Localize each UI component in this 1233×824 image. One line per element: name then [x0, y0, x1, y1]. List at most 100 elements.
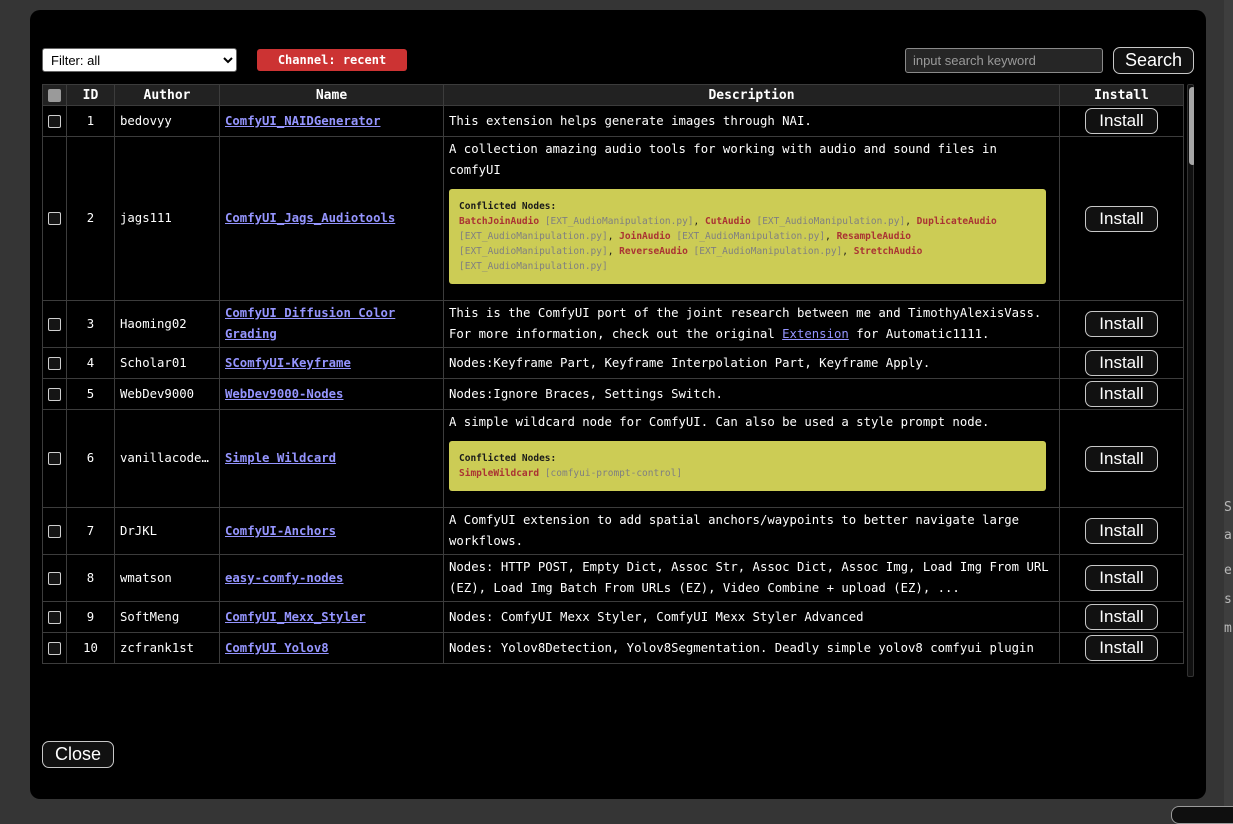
clipped-letter: s	[1224, 593, 1232, 606]
row-name-cell: ComfyUI_Jags_Audiotools	[220, 137, 444, 301]
row-description: Nodes: ComfyUI Mexx Styler, ComfyUI Mexx…	[449, 607, 1054, 628]
table-row: 2jags111ComfyUI_Jags_AudiotoolsA collect…	[43, 137, 1184, 301]
row-select-cell	[43, 106, 67, 137]
row-select-cell	[43, 555, 67, 602]
row-description-cell: A simple wildcard node for ComfyUI. Can …	[444, 410, 1060, 508]
row-author: jags111	[115, 137, 220, 301]
row-checkbox[interactable]	[48, 357, 61, 370]
row-checkbox[interactable]	[48, 525, 61, 538]
table-row: 10zcfrank1stComfyUI Yolov8Nodes: Yolov8D…	[43, 633, 1184, 664]
row-author: WebDev9000	[115, 379, 220, 410]
row-checkbox[interactable]	[48, 318, 61, 331]
row-description-cell: Nodes:Keyframe Part, Keyframe Interpolat…	[444, 348, 1060, 379]
table-row: 7DrJKLComfyUI-AnchorsA ComfyUI extension…	[43, 508, 1184, 555]
table-row: 4Scholar01SComfyUI-KeyframeNodes:Keyfram…	[43, 348, 1184, 379]
clipped-background-button	[1171, 806, 1233, 824]
node-name-link[interactable]: WebDev9000-Nodes	[225, 387, 343, 401]
row-author: wmatson	[115, 555, 220, 602]
row-description-cell: A ComfyUI extension to add spatial ancho…	[444, 508, 1060, 555]
conflicted-nodes-box: Conflicted Nodes:BatchJoinAudio [EXT_Aud…	[449, 189, 1046, 284]
row-checkbox[interactable]	[48, 642, 61, 655]
row-checkbox[interactable]	[48, 572, 61, 585]
row-id: 4	[67, 348, 115, 379]
conflicted-node-name: ResampleAudio	[837, 231, 911, 242]
column-header: Name	[220, 85, 444, 106]
node-name-link[interactable]: ComfyUI_Mexx_Styler	[225, 610, 366, 624]
row-checkbox[interactable]	[48, 115, 61, 128]
node-name-link[interactable]: SComfyUI-Keyframe	[225, 356, 351, 370]
install-button[interactable]: Install	[1085, 518, 1157, 544]
node-name-link[interactable]: ComfyUI Yolov8	[225, 641, 329, 655]
install-button[interactable]: Install	[1085, 635, 1157, 661]
channel-badge: Channel: recent	[257, 49, 407, 71]
row-checkbox[interactable]	[48, 212, 61, 225]
node-name-link[interactable]: easy-comfy-nodes	[225, 571, 343, 585]
install-button[interactable]: Install	[1085, 311, 1157, 337]
row-name-cell: Simple Wildcard	[220, 410, 444, 508]
table-header-row: IDAuthorNameDescriptionInstall	[43, 85, 1184, 106]
row-description-cell: Nodes: HTTP POST, Empty Dict, Assoc Str,…	[444, 555, 1060, 602]
row-author: SoftMeng	[115, 602, 220, 633]
table-scrollbar[interactable]	[1187, 84, 1194, 677]
conflicted-node-name: SimpleWildcard	[459, 468, 539, 479]
node-name-link[interactable]: Simple Wildcard	[225, 451, 336, 465]
clipped-letter: e	[1224, 564, 1232, 577]
row-author: DrJKL	[115, 508, 220, 555]
node-name-link[interactable]: ComfyUI_Jags_Audiotools	[225, 211, 395, 225]
row-install-cell: Install	[1060, 602, 1184, 633]
column-header: Description	[444, 85, 1060, 106]
row-description-cell: Nodes: ComfyUI Mexx Styler, ComfyUI Mexx…	[444, 602, 1060, 633]
select-all-checkbox[interactable]	[48, 89, 61, 102]
install-button[interactable]: Install	[1085, 108, 1157, 134]
conflicted-node-source: [EXT_AudioManipulation.py]	[545, 216, 694, 227]
install-button[interactable]: Install	[1085, 565, 1157, 591]
node-name-link[interactable]: ComfyUI-Anchors	[225, 524, 336, 538]
conflicted-node-source: [EXT_AudioManipulation.py]	[756, 216, 905, 227]
row-name-cell: SComfyUI-Keyframe	[220, 348, 444, 379]
install-button[interactable]: Install	[1085, 604, 1157, 630]
table-row: 3Haoming02ComfyUI Diffusion Color Gradin…	[43, 301, 1184, 348]
install-button[interactable]: Install	[1085, 206, 1157, 232]
row-install-cell: Install	[1060, 301, 1184, 348]
row-id: 6	[67, 410, 115, 508]
row-id: 9	[67, 602, 115, 633]
row-checkbox[interactable]	[48, 388, 61, 401]
page-right-scrollbar[interactable]	[1224, 0, 1233, 815]
node-name-link[interactable]: ComfyUI Diffusion Color Grading	[225, 306, 395, 341]
search-button[interactable]: Search	[1113, 47, 1194, 74]
install-button[interactable]: Install	[1085, 381, 1157, 407]
row-id: 8	[67, 555, 115, 602]
clipped-letter: a	[1224, 529, 1232, 542]
row-author: vanillacode314	[115, 410, 220, 508]
row-name-cell: WebDev9000-Nodes	[220, 379, 444, 410]
row-description: A ComfyUI extension to add spatial ancho…	[449, 510, 1054, 552]
column-header: ID	[67, 85, 115, 106]
description-link[interactable]: Extension	[782, 327, 849, 341]
nodes-table: IDAuthorNameDescriptionInstall 1bedovyyC…	[42, 84, 1184, 664]
row-select-cell	[43, 137, 67, 301]
table-row: 5WebDev9000WebDev9000-NodesNodes:Ignore …	[43, 379, 1184, 410]
close-button[interactable]: Close	[42, 741, 114, 768]
row-select-cell	[43, 348, 67, 379]
filter-select[interactable]: Filter: all	[42, 48, 237, 72]
row-install-cell: Install	[1060, 106, 1184, 137]
row-description: This extension helps generate images thr…	[449, 111, 1054, 132]
row-description-cell: This is the ComfyUI port of the joint re…	[444, 301, 1060, 348]
search-input[interactable]	[905, 48, 1103, 73]
column-header: Author	[115, 85, 220, 106]
table-scrollbar-thumb[interactable]	[1189, 87, 1194, 165]
conflicted-node-name: ReverseAudio	[619, 246, 688, 257]
row-description: Nodes:Ignore Braces, Settings Switch.	[449, 384, 1054, 405]
node-name-link[interactable]: ComfyUI_NAIDGenerator	[225, 114, 380, 128]
row-name-cell: ComfyUI_NAIDGenerator	[220, 106, 444, 137]
conflicted-node-name: StretchAudio	[854, 246, 923, 257]
install-button[interactable]: Install	[1085, 350, 1157, 376]
row-select-cell	[43, 410, 67, 508]
install-button[interactable]: Install	[1085, 446, 1157, 472]
row-checkbox[interactable]	[48, 452, 61, 465]
table-row: 6vanillacode314 Simple Wildcard A simple w…	[43, 410, 1184, 508]
clipped-letter: S	[1224, 501, 1232, 514]
install-custom-nodes-dialog: Filter: all Channel: recent Search IDAut…	[30, 10, 1206, 799]
row-name-cell: ComfyUI Yolov8	[220, 633, 444, 664]
row-checkbox[interactable]	[48, 611, 61, 624]
